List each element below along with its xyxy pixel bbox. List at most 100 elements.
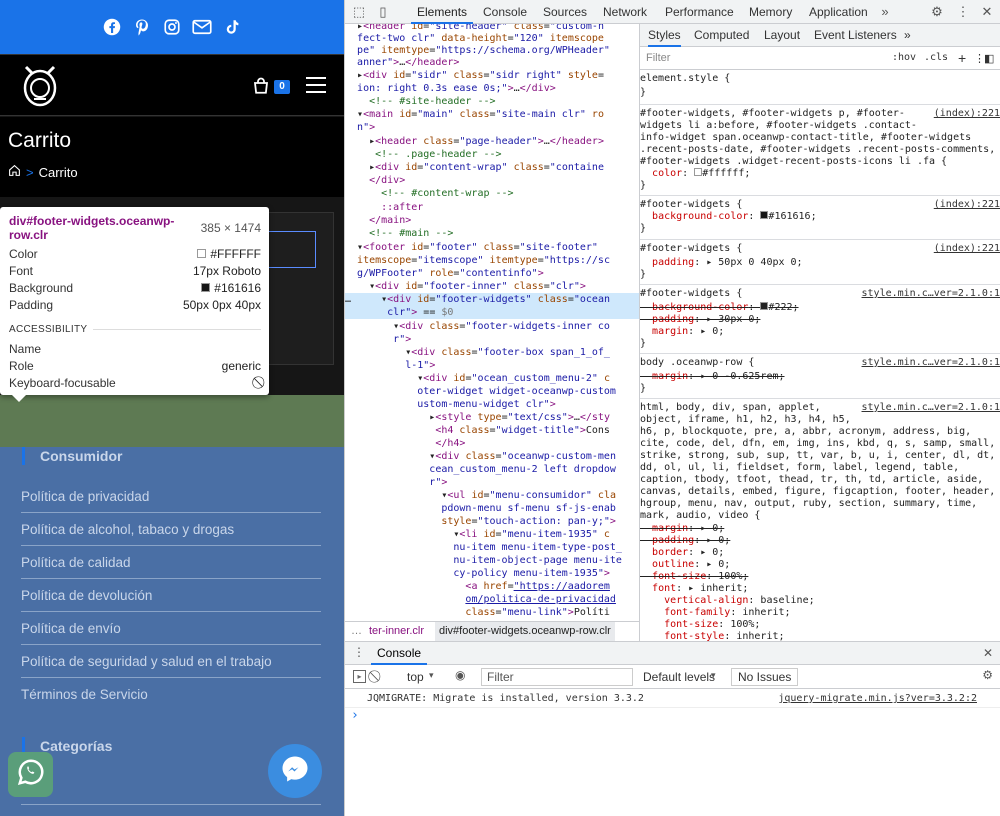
menu-link[interactable]: Política de devolución: [21, 579, 321, 612]
console-prompt[interactable]: ›: [351, 708, 359, 723]
dom-node-selected[interactable]: clr"> == $0: [345, 306, 639, 319]
email-icon[interactable]: [192, 17, 212, 37]
tab-performance[interactable]: Performance: [659, 0, 740, 24]
dom-node[interactable]: </main>: [345, 214, 639, 227]
menu-link[interactable]: Política de calidad: [21, 546, 321, 579]
dom-node[interactable]: <!-- .page-header -->: [345, 148, 639, 161]
dom-node[interactable]: itemscope="itemscope" itemtype="https://…: [345, 254, 639, 267]
tab-application[interactable]: Application: [803, 0, 874, 24]
tab-memory[interactable]: Memory: [743, 0, 798, 24]
facebook-icon[interactable]: [102, 17, 122, 37]
dom-node[interactable]: ▸<div id="content-wrap" class="containe: [345, 161, 639, 174]
css-declaration[interactable]: padding: ▸ 30px 0;: [640, 314, 1000, 326]
dom-node[interactable]: anner">…</header>: [345, 56, 639, 69]
menu-link[interactable]: Política de privacidad: [21, 480, 321, 513]
context-select[interactable]: top: [407, 670, 424, 684]
dom-node[interactable]: <!-- #content-wrap -->: [345, 187, 639, 200]
dom-crumb-selected[interactable]: div#footer-widgets.oceanwp-row.clr: [435, 622, 615, 641]
dom-node[interactable]: pdown-menu sf-menu sf-js-enab: [345, 502, 639, 515]
css-declaration[interactable]: margin: ▸ 0 -0.625rem;: [640, 371, 1000, 383]
dom-node[interactable]: ▾<main id="main" class="site-main clr" r…: [345, 108, 639, 121]
dom-node[interactable]: ▾<li id="menu-item-1935" c: [345, 528, 639, 541]
new-rule-icon[interactable]: +: [958, 50, 966, 66]
dom-node[interactable]: nu-item-object-page menu-ite: [345, 554, 639, 567]
tab-sources[interactable]: Sources: [537, 0, 593, 24]
css-declaration[interactable]: padding: ▸ 50px 0 40px 0;: [640, 257, 1000, 269]
dom-node[interactable]: ▾<div id="footer-inner" class="clr">: [345, 280, 639, 293]
more-tabs-icon[interactable]: »: [877, 4, 893, 20]
tab-layout[interactable]: Layout: [764, 24, 800, 47]
css-declaration[interactable]: border: ▸ 0;: [640, 547, 1000, 559]
styles-filter-input[interactable]: Filter: [646, 52, 670, 64]
css-declaration[interactable]: outline: ▸ 0;: [640, 559, 1000, 571]
dom-node[interactable]: cean_custom_menu-2 left dropdow: [345, 463, 639, 476]
kebab-menu-icon[interactable]: ⋮: [955, 4, 971, 20]
device-toolbar-icon[interactable]: ▯: [375, 4, 391, 20]
css-declaration[interactable]: font-size: 100%;: [640, 571, 1000, 583]
css-declaration[interactable]: background-color: #222;: [640, 302, 1000, 314]
dom-node[interactable]: nu-item menu-item-type-post_: [345, 541, 639, 554]
dom-node[interactable]: oter-widget widget-oceanwp-custom: [345, 385, 639, 398]
tab-console[interactable]: Console: [477, 0, 533, 24]
dom-crumb[interactable]: ter-inner.clr: [369, 622, 424, 641]
menu-link[interactable]: Política de alcohol, tabaco y drogas: [21, 513, 321, 546]
whatsapp-button[interactable]: [8, 752, 53, 797]
cart-count-badge[interactable]: 0: [274, 80, 290, 94]
dom-node[interactable]: style="touch-action: pan-y;">: [345, 515, 639, 528]
css-declaration[interactable]: font-family: inherit;: [640, 607, 1000, 619]
css-declaration[interactable]: background-color: #161616;: [640, 211, 1000, 223]
dom-node[interactable]: cy-policy menu-item-1935">: [345, 567, 639, 580]
instagram-icon[interactable]: [162, 17, 182, 37]
dom-node[interactable]: ▾<div class="footer-widgets-inner co: [345, 320, 639, 333]
dom-node[interactable]: class="menu-link">Políti: [345, 606, 639, 619]
dom-node[interactable]: <h4 class="widget-title">Cons: [345, 424, 639, 437]
dom-node[interactable]: om/politica-de-privacidad: [345, 593, 639, 606]
dom-node[interactable]: ▸<style type="text/css">…</sty: [345, 411, 639, 424]
dom-node[interactable]: ▾<ul id="menu-consumidor" cla: [345, 489, 639, 502]
tab-computed[interactable]: Computed: [694, 24, 749, 47]
sidebar-toggle-icon[interactable]: ▸: [353, 670, 366, 683]
dom-node[interactable]: n">: [345, 121, 639, 134]
dom-node[interactable]: ▾<div id="ocean_custom_menu-2" c: [345, 372, 639, 385]
hov-toggle[interactable]: :hov: [892, 52, 916, 63]
dom-node[interactable]: <!-- #main -->: [345, 227, 639, 240]
settings-gear-icon[interactable]: ⚙: [929, 4, 945, 20]
pinterest-icon[interactable]: [132, 17, 152, 37]
eye-icon[interactable]: ◉: [455, 668, 465, 682]
dom-node[interactable]: ::after: [345, 201, 639, 214]
dom-node[interactable]: ▸<div id="sidr" class="sidr right" style…: [345, 69, 639, 82]
cart-icon[interactable]: [252, 77, 270, 95]
dom-node[interactable]: ▾<div class="footer-box span_1_of_: [345, 346, 639, 359]
dom-node[interactable]: r">: [345, 333, 639, 346]
menu-link[interactable]: Términos de Servicio: [21, 678, 321, 711]
tab-elements[interactable]: Elements: [411, 0, 474, 24]
css-rule[interactable]: body .oceanwp-row {style.min.c…ver=2.1.0…: [640, 357, 1000, 369]
dom-node[interactable]: </div>: [345, 174, 639, 187]
css-declaration[interactable]: padding: ▸ 0;: [640, 535, 1000, 547]
console-settings-icon[interactable]: ⚙: [982, 668, 993, 682]
messenger-button[interactable]: [268, 744, 322, 798]
no-issues-button[interactable]: No Issues: [731, 668, 799, 686]
dom-node[interactable]: l-1">: [345, 359, 639, 372]
dom-node[interactable]: </h4>: [345, 437, 639, 450]
tab-event-listeners[interactable]: Event Listeners: [814, 24, 897, 47]
inspect-element-icon[interactable]: ⬚: [351, 4, 367, 20]
css-declaration[interactable]: margin: ▸ 0;: [640, 326, 1000, 338]
tiktok-icon[interactable]: [222, 17, 242, 37]
css-rule[interactable]: html, body, div, span, applet, style.min.…: [640, 402, 1000, 414]
css-declaration[interactable]: font-style: inherit;: [640, 631, 1000, 641]
home-icon[interactable]: [8, 164, 21, 180]
dom-node[interactable]: g/WPFooter" role="contentinfo">: [345, 267, 639, 280]
css-rule[interactable]: element.style {: [640, 73, 1000, 85]
close-icon[interactable]: ✕: [979, 4, 995, 20]
close-drawer-icon[interactable]: ✕: [983, 646, 993, 660]
tab-styles[interactable]: Styles: [648, 24, 681, 47]
dom-node[interactable]: ion: right 0.3s ease 0s;">…</div>: [345, 82, 639, 95]
css-declaration[interactable]: font-size: 100%;: [640, 619, 1000, 631]
dom-node[interactable]: <!-- #site-header -->: [345, 95, 639, 108]
more-tabs-icon[interactable]: »: [904, 24, 911, 47]
css-declaration[interactable]: font: ▸ inherit;: [640, 583, 1000, 595]
console-source-link[interactable]: jquery-migrate.min.js?ver=3.3.2:2: [778, 693, 977, 704]
dom-node-selected[interactable]: … ▾<div id="footer-widgets" class="ocean: [345, 293, 639, 306]
default-levels-select[interactable]: Default levels: [643, 670, 715, 684]
